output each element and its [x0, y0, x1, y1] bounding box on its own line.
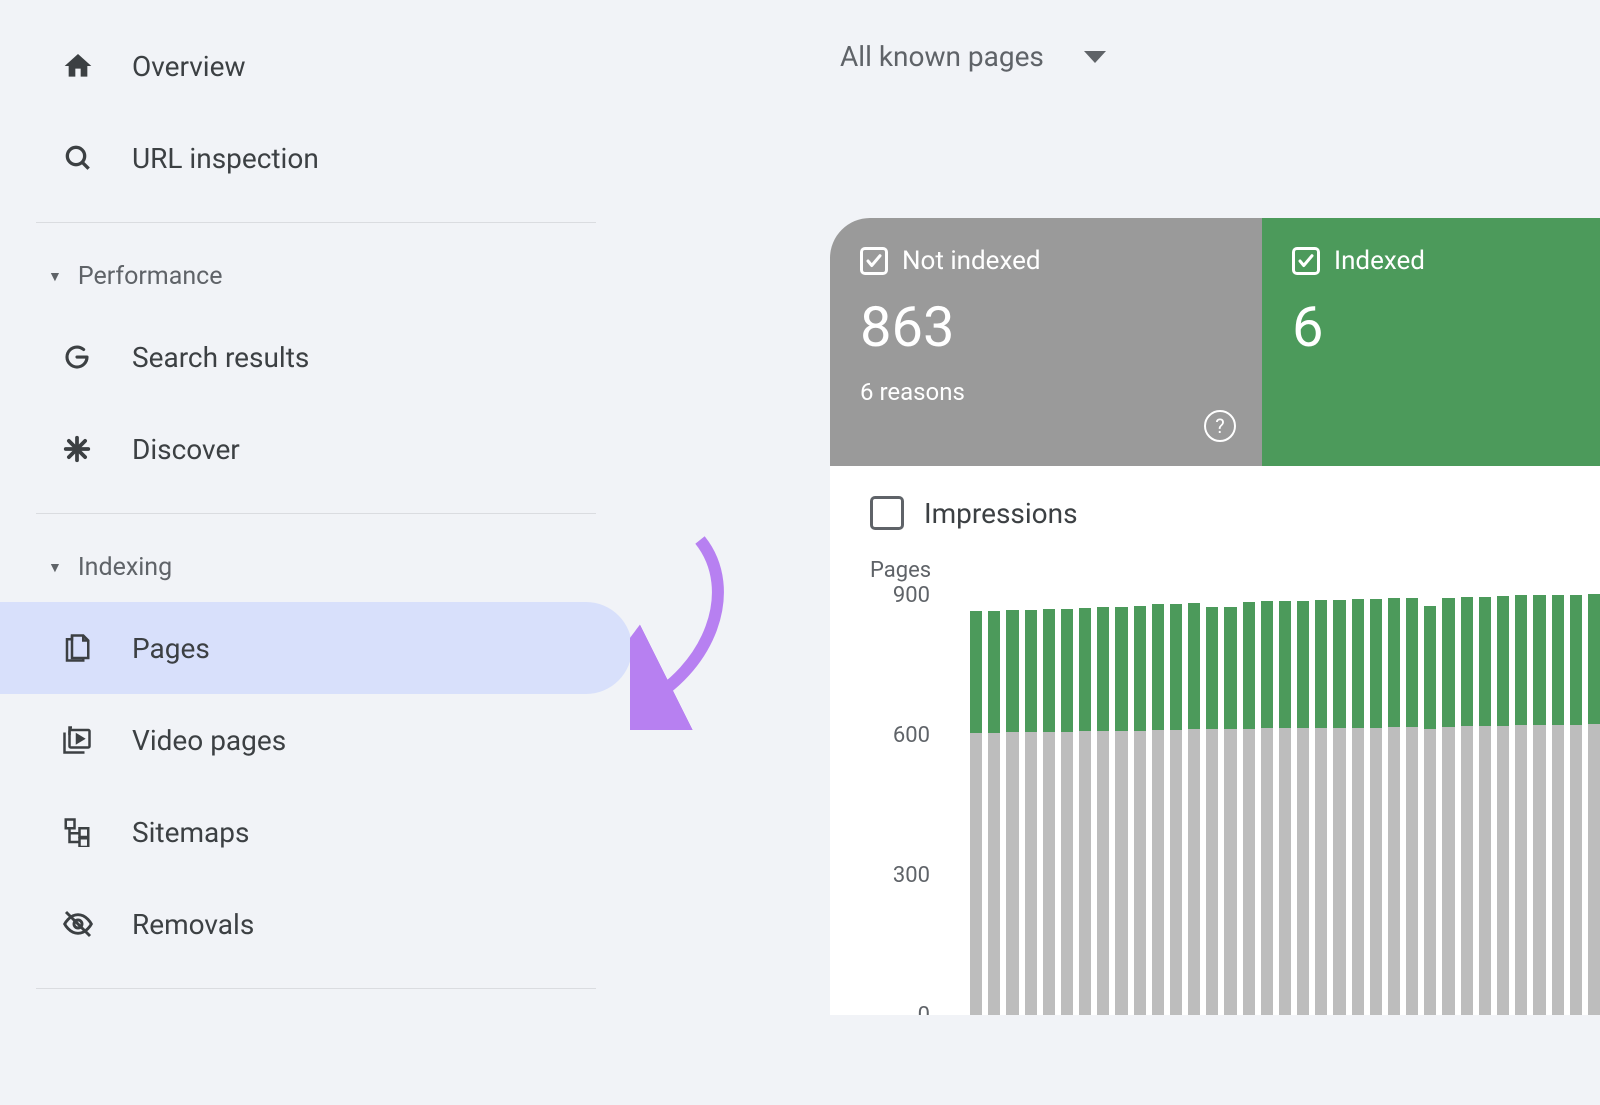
tile-indexed[interactable]: Indexed 6: [1262, 218, 1600, 466]
nav-url-inspection[interactable]: URL inspection: [0, 112, 640, 204]
chart-bar: [1570, 595, 1582, 1015]
chart-bar: [1006, 610, 1018, 1015]
index-card: Not indexed 863 6 reasons ? Indexed 6 Im…: [830, 218, 1600, 1015]
nav-label: Pages: [118, 632, 210, 665]
divider: [36, 513, 596, 514]
chart-ytick: 300: [870, 863, 930, 888]
chart-bar: [988, 611, 1000, 1015]
chart-bar: [1115, 607, 1127, 1015]
checkbox-checked-icon[interactable]: [1292, 247, 1320, 275]
chart-bar: [1025, 610, 1037, 1015]
chart-bar: [1061, 609, 1073, 1015]
chart-bar: [1315, 600, 1327, 1015]
section-label: Indexing: [78, 553, 172, 582]
chart-bar: [1261, 601, 1273, 1015]
tile-count: 863: [860, 294, 1232, 360]
nav-discover[interactable]: Discover: [0, 403, 640, 495]
nav-label: Search results: [118, 341, 309, 374]
chevron-down-icon: ▼: [48, 559, 62, 576]
tile-not-indexed[interactable]: Not indexed 863 6 reasons ?: [830, 218, 1262, 466]
nav-removals[interactable]: Removals: [0, 878, 640, 970]
chart-bar: [1552, 595, 1564, 1015]
chart-bar: [1515, 595, 1527, 1015]
tile-label: Not indexed: [902, 246, 1041, 276]
chart-bar: [1461, 597, 1473, 1015]
filter-dropdown[interactable]: All known pages: [840, 40, 1106, 73]
sitemaps-icon: [62, 817, 118, 847]
chart-bar: [1479, 597, 1491, 1015]
tile-label: Indexed: [1334, 246, 1425, 276]
nav-label: Discover: [118, 433, 240, 466]
section-label: Performance: [78, 262, 223, 291]
chart-ylabel: Pages: [870, 558, 1600, 583]
chart-bar: [1406, 598, 1418, 1015]
nav-label: Overview: [118, 50, 246, 83]
section-performance[interactable]: ▼ Performance: [0, 241, 640, 311]
nav-label: Sitemaps: [118, 816, 249, 849]
chart-bar: [1206, 607, 1218, 1015]
nav-video-pages[interactable]: Video pages: [0, 694, 640, 786]
chart-bar: [1297, 601, 1309, 1015]
chevron-down-icon: ▼: [48, 268, 62, 285]
chart-bar: [1152, 604, 1164, 1015]
card-header: Not indexed 863 6 reasons ? Indexed 6: [830, 218, 1600, 466]
divider: [36, 988, 596, 989]
chart-bar: [1134, 606, 1146, 1015]
chart-ytick: 0: [870, 1003, 930, 1015]
chart-bar: [1352, 599, 1364, 1015]
asterisk-icon: [62, 434, 118, 464]
nav-label: Removals: [118, 908, 254, 941]
impressions-label: Impressions: [924, 497, 1078, 530]
annotation-arrow-icon: [630, 530, 810, 730]
chart-body: 9006003000: [870, 595, 1600, 1015]
search-icon: [62, 142, 118, 174]
divider: [36, 222, 596, 223]
pages-icon: [62, 632, 118, 664]
nav-sitemaps[interactable]: Sitemaps: [0, 786, 640, 878]
chart-bar: [1333, 600, 1345, 1015]
chart-bar: [1097, 607, 1109, 1015]
chart-bar: [1079, 608, 1091, 1015]
chart-bar: [1224, 607, 1236, 1015]
filter-label: All known pages: [840, 40, 1044, 73]
tile-title: Not indexed: [860, 246, 1232, 276]
home-icon: [62, 50, 118, 82]
nav-search-results[interactable]: Search results: [0, 311, 640, 403]
section-indexing[interactable]: ▼ Indexing: [0, 532, 640, 602]
sidebar: Overview URL inspection ▼ Performance Se…: [0, 0, 640, 1105]
chart-bar: [1170, 604, 1182, 1015]
help-icon[interactable]: ?: [1204, 410, 1236, 442]
checkbox-checked-icon[interactable]: [860, 247, 888, 275]
chart-ytick: 600: [870, 723, 930, 748]
chart-bar: [1370, 599, 1382, 1015]
chart-bar: [1442, 598, 1454, 1015]
chevron-down-icon: [1084, 51, 1106, 63]
chart-bar: [970, 611, 982, 1015]
tile-count: 6: [1292, 294, 1570, 360]
video-pages-icon: [62, 725, 118, 755]
checkbox-unchecked-icon[interactable]: [870, 496, 904, 530]
nav-label: Video pages: [118, 724, 286, 757]
chart-bar: [1533, 595, 1545, 1015]
chart-bar: [1243, 602, 1255, 1015]
nav-label: URL inspection: [118, 142, 319, 175]
nav-overview[interactable]: Overview: [0, 20, 640, 112]
tile-title: Indexed: [1292, 246, 1570, 276]
impressions-toggle[interactable]: Impressions: [830, 466, 1600, 540]
nav-pages[interactable]: Pages: [0, 602, 632, 694]
google-g-icon: [62, 342, 118, 372]
tile-reasons: 6 reasons: [860, 378, 1232, 406]
chart-bars: [970, 595, 1600, 1015]
chart-bar: [1497, 596, 1509, 1015]
chart: Pages 900 600 300 0: [830, 540, 1600, 1015]
chart-bar: [1043, 609, 1055, 1015]
chart-bar: [1188, 603, 1200, 1015]
chart-bar: [1279, 601, 1291, 1015]
chart-ytick: 900: [870, 583, 930, 608]
chart-bar: [1588, 594, 1600, 1015]
eye-off-icon: [62, 908, 118, 940]
chart-bar: [1388, 598, 1400, 1015]
chart-bar: [1424, 606, 1436, 1015]
